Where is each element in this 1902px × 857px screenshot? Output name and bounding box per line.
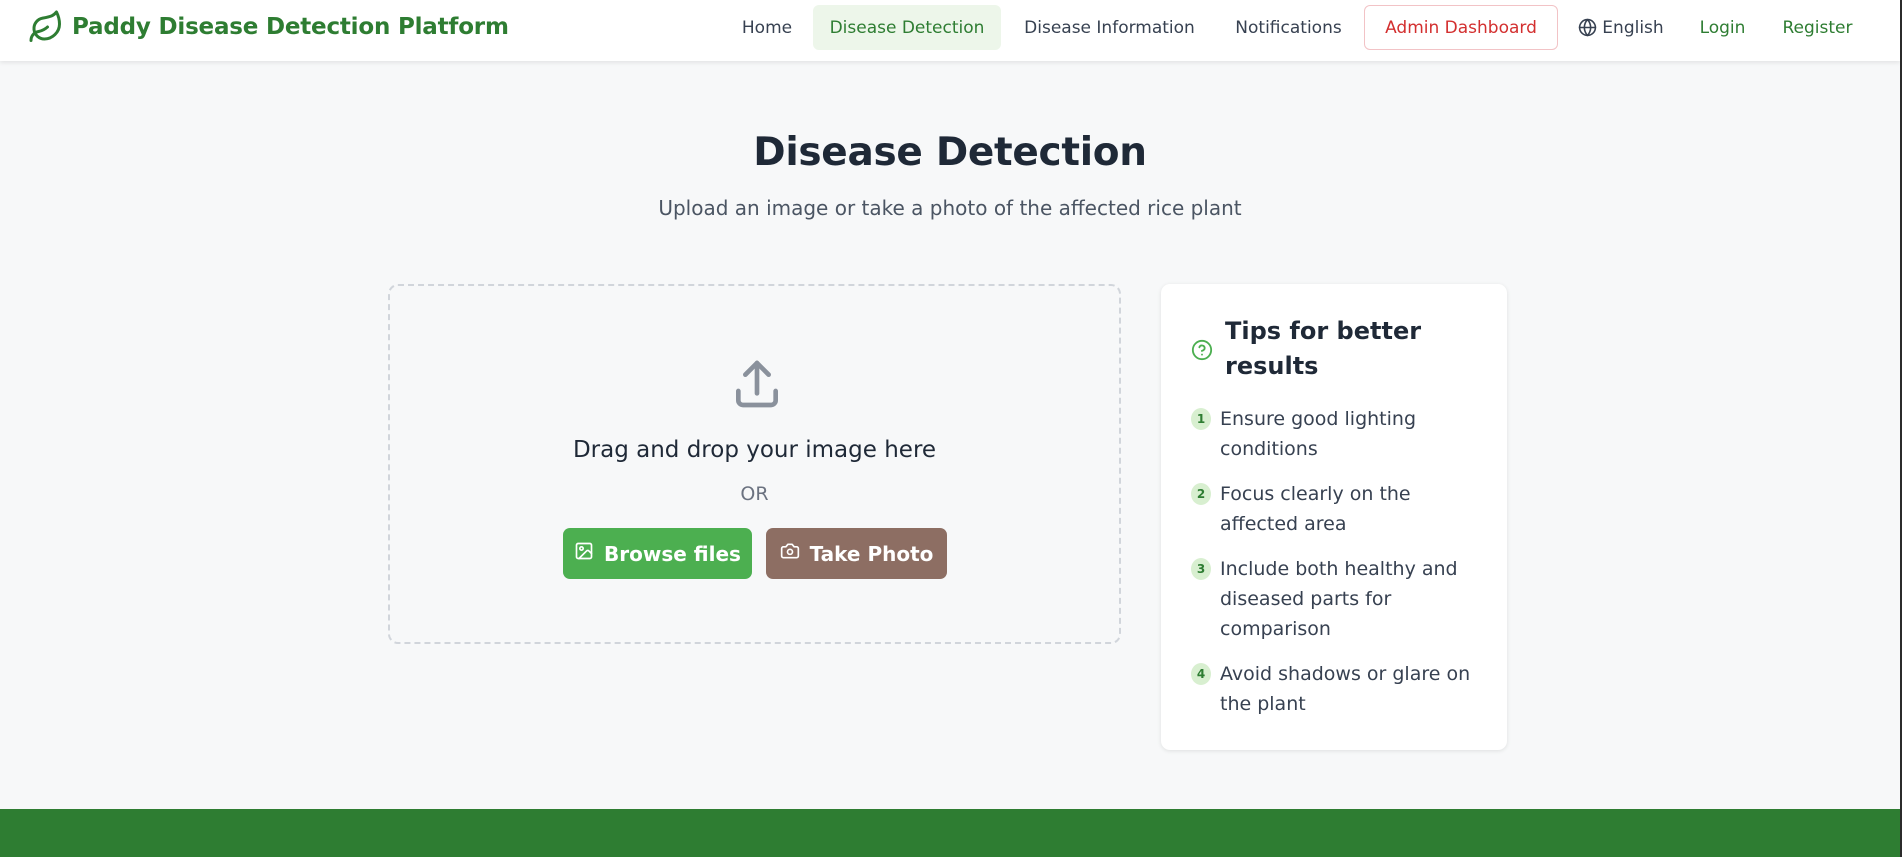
tip-text: Focus clearly on the affected area [1220, 483, 1411, 535]
brand-name: Paddy Disease Detection Platform [72, 14, 509, 40]
nav-admin-dashboard[interactable]: Admin Dashboard [1364, 5, 1558, 50]
top-navbar: Paddy Disease Detection Platform Home Di… [0, 0, 1900, 61]
tip-text: Include both healthy and diseased parts … [1220, 558, 1458, 640]
browse-files-label: Browse files [604, 541, 741, 566]
tip-text: Ensure good lighting conditions [1220, 408, 1417, 460]
nav-disease-detection[interactable]: Disease Detection [813, 5, 1001, 50]
tips-title: Tips for better results [1225, 317, 1422, 380]
tip-item: 1 Ensure good lighting conditions [1191, 404, 1485, 464]
brand-logo-link[interactable]: Paddy Disease Detection Platform [28, 9, 509, 45]
tip-number-badge: 1 [1191, 408, 1211, 430]
nav-disease-information[interactable]: Disease Information [1009, 5, 1210, 50]
leaf-icon [28, 9, 64, 45]
take-photo-label: Take Photo [809, 541, 934, 566]
page-title: Disease Detection [753, 130, 1147, 175]
nav-notifications[interactable]: Notifications [1222, 5, 1355, 50]
tips-card: Tips for better results 1 Ensure good li… [1161, 284, 1507, 750]
browse-files-button[interactable]: Browse files [563, 528, 752, 579]
camera-icon [780, 541, 810, 566]
image-icon [574, 541, 604, 566]
footer [0, 809, 1900, 857]
take-photo-button[interactable]: Take Photo [766, 528, 947, 579]
page-subtitle: Upload an image or take a photo of the a… [658, 196, 1242, 220]
nav-home[interactable]: Home [725, 5, 809, 50]
language-label: English [1602, 17, 1664, 38]
globe-icon [1578, 18, 1597, 37]
nav-register[interactable]: Register [1770, 5, 1865, 50]
or-divider-text: OR [740, 483, 769, 505]
tip-item: 2 Focus clearly on the affected area [1191, 479, 1485, 539]
tip-number-badge: 2 [1191, 483, 1211, 505]
tip-number-badge: 3 [1191, 558, 1211, 580]
nav-login[interactable]: Login [1682, 5, 1763, 50]
upload-icon [729, 356, 785, 412]
image-dropzone[interactable]: Drag and drop your image here OR Browse … [388, 284, 1121, 644]
language-selector[interactable]: English [1571, 5, 1671, 50]
tip-text: Avoid shadows or glare on the plant [1220, 663, 1471, 715]
help-circle-icon [1191, 339, 1213, 361]
tip-item: 3 Include both healthy and diseased part… [1191, 554, 1485, 644]
tip-item: 4 Avoid shadows or glare on the plant [1191, 659, 1485, 719]
drop-instructions: Drag and drop your image here [572, 437, 937, 463]
tip-number-badge: 4 [1191, 663, 1211, 685]
